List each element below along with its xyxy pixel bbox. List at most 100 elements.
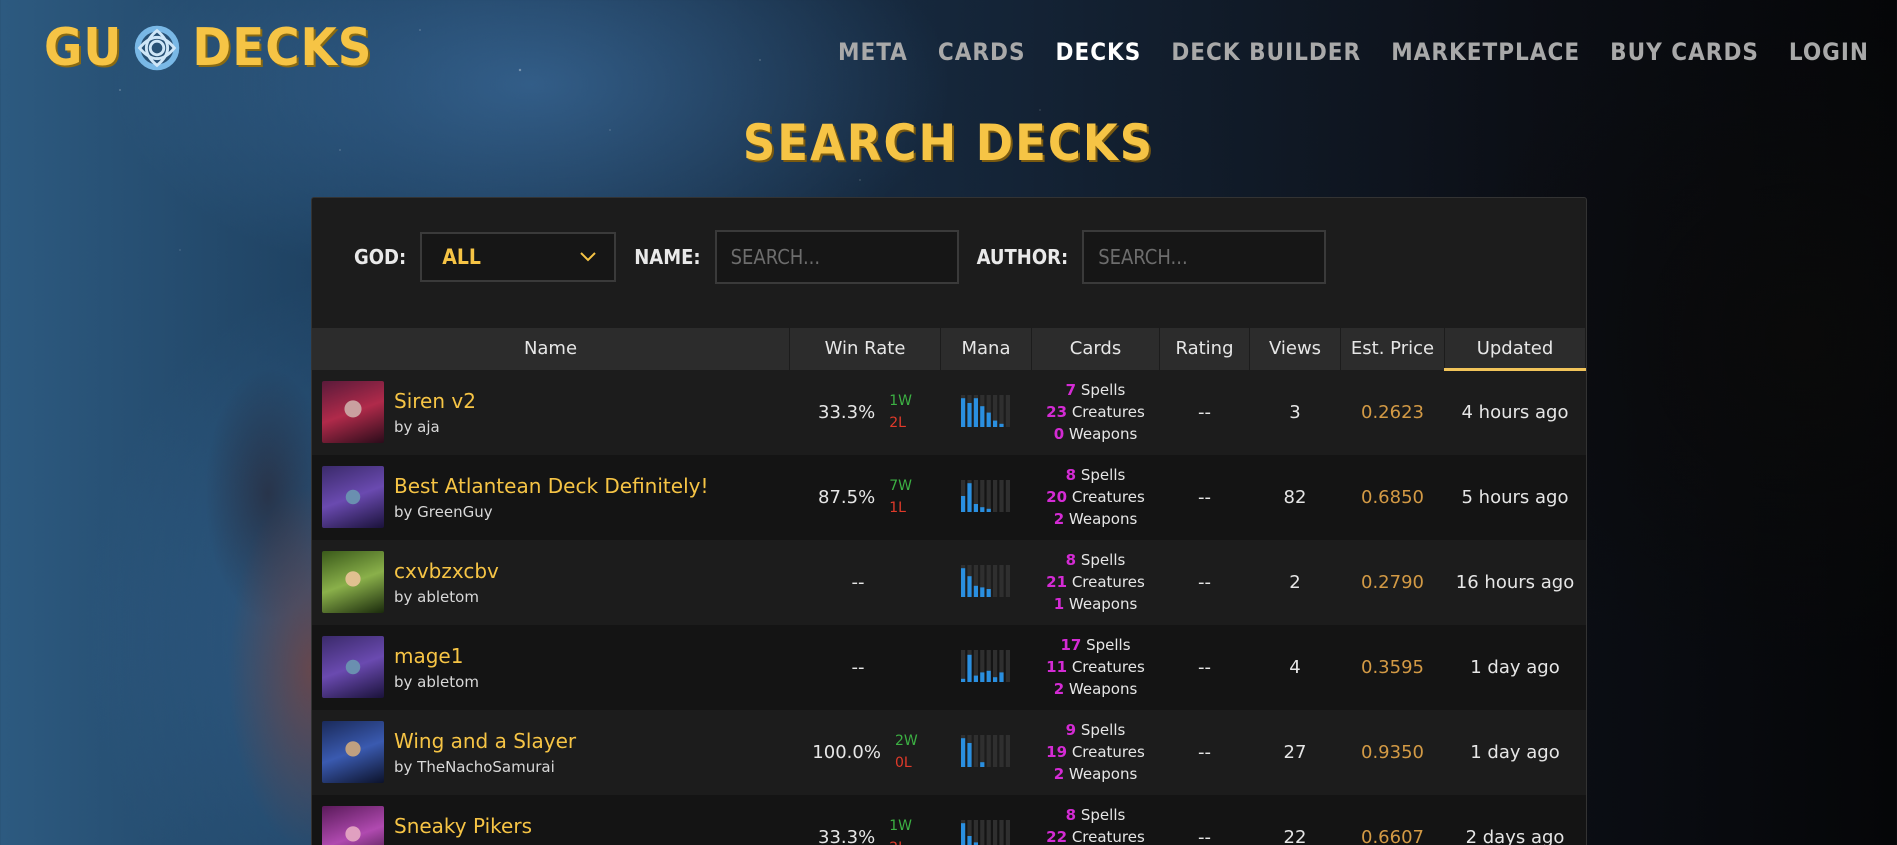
header-win-rate[interactable]: Win Rate — [789, 328, 941, 370]
header-cards[interactable]: Cards — [1031, 328, 1160, 370]
mana-bar-2 — [967, 742, 972, 767]
views-cell: 22 — [1283, 826, 1307, 845]
deck-author[interactable]: by TheNachoSamurai — [394, 758, 576, 776]
name-cell: Sneaky Pikers by TheNachoSamurai — [312, 795, 790, 845]
views-cell: 2 — [1289, 571, 1301, 593]
mana-bar-4 — [980, 671, 985, 682]
deck-name-link[interactable]: mage1 — [394, 643, 479, 669]
mana-curve-chart — [961, 649, 1010, 682]
nav-cards[interactable]: CARDS — [938, 38, 1026, 66]
mana-bar-track — [999, 734, 1004, 767]
mage-avatar-icon[interactable] — [322, 636, 384, 698]
mana-bar-track — [993, 564, 998, 597]
table-row[interactable]: Siren v2 by aja 33.3% 1W 2L 7 Spells 23 … — [312, 369, 1586, 455]
spells-count: 8 — [1065, 806, 1077, 824]
name-search-input[interactable] — [714, 230, 959, 284]
header-updated[interactable]: Updated — [1444, 328, 1586, 371]
deck-name-link[interactable]: Best Atlantean Deck Definitely! — [394, 473, 708, 499]
win-rate-value: 33.3% — [818, 401, 876, 423]
atlantean-avatar-icon[interactable] — [322, 466, 384, 528]
creatures-count: 23 — [1046, 403, 1068, 421]
header-views[interactable]: Views — [1249, 328, 1341, 370]
mana-bar-track — [1005, 734, 1010, 767]
deck-author[interactable]: by abletom — [394, 588, 499, 606]
elf-avatar-icon[interactable] — [322, 551, 384, 613]
deck-author[interactable]: by aja — [394, 418, 476, 436]
mana-bar-track — [980, 819, 985, 845]
mana-bar-track — [993, 819, 998, 845]
mana-curve-cell — [941, 710, 1032, 795]
mana-curve-cell — [941, 795, 1032, 845]
nav-marketplace[interactable]: MARKETPLACE — [1391, 38, 1580, 66]
mana-bar-track — [1005, 819, 1010, 845]
creatures-count: 20 — [1046, 488, 1068, 506]
deck-name-link[interactable]: Sneaky Pikers — [394, 813, 555, 839]
mana-bar-2 — [967, 575, 972, 597]
header-mana[interactable]: Mana — [940, 328, 1032, 370]
mana-bar-1 — [961, 737, 966, 767]
spells-count: 7 — [1065, 381, 1077, 399]
creatures-label: Creatures — [1071, 743, 1145, 761]
updated-cell: 16 hours ago — [1455, 571, 1575, 593]
views-cell: 4 — [1289, 656, 1301, 678]
pikers-avatar-icon[interactable] — [322, 806, 384, 845]
slayer-avatar-icon[interactable] — [322, 721, 384, 783]
rating-cell: -- — [1198, 571, 1211, 593]
deck-name-link[interactable]: Wing and a Slayer — [394, 728, 576, 754]
nav-buy-cards[interactable]: BUY CARDS — [1610, 38, 1759, 66]
win-rate-cell: 33.3% 1W 2L — [790, 370, 941, 455]
deck-name-link[interactable]: cxvbzxcbv — [394, 558, 499, 584]
site-logo[interactable]: GU DECKS — [44, 18, 372, 78]
mana-bar-4 — [980, 586, 985, 597]
weapons-count: 1 — [1053, 595, 1065, 613]
table-row[interactable]: mage1 by abletom -- 17 Spells 11 Creatur… — [312, 624, 1586, 710]
deck-name-link[interactable]: Siren v2 — [394, 388, 476, 414]
win-rate-value: -- — [851, 656, 865, 678]
nav-decks[interactable]: DECKS — [1056, 38, 1142, 66]
nav-login[interactable]: LOGIN — [1789, 38, 1869, 66]
name-label: NAME: — [634, 245, 701, 269]
table-row[interactable]: Wing and a Slayer by TheNachoSamurai 100… — [312, 709, 1586, 795]
win-rate-cell: -- — [790, 540, 941, 625]
siren-avatar-icon[interactable] — [322, 381, 384, 443]
god-select[interactable]: ALL — [420, 232, 617, 282]
mana-bar-5 — [986, 508, 991, 512]
creatures-count: 11 — [1046, 658, 1068, 676]
mana-bar-track — [973, 819, 978, 845]
creatures-count: 21 — [1046, 573, 1068, 591]
cards-cell: 9 Spells 19 Creatures 2 Weapons — [1032, 710, 1160, 795]
spells-count: 8 — [1065, 466, 1077, 484]
mana-bar-track — [1005, 649, 1010, 682]
win-rate-cell: 33.3% 1W 2L — [790, 795, 941, 845]
author-search-input[interactable] — [1082, 230, 1327, 284]
mana-curve-cell — [941, 370, 1032, 455]
price-cell: 0.9350 — [1361, 741, 1424, 763]
table-row[interactable]: cxvbzxcbv by abletom -- 8 Spells 21 Crea… — [312, 539, 1586, 625]
mana-bar-6 — [993, 420, 998, 427]
win-rate-value: 87.5% — [818, 486, 876, 508]
name-cell: mage1 by abletom — [312, 625, 790, 710]
deck-author[interactable]: by GreenGuy — [394, 503, 708, 521]
spells-count: 8 — [1065, 551, 1077, 569]
rating-cell: -- — [1198, 826, 1211, 845]
header-est-price[interactable]: Est. Price — [1340, 328, 1445, 370]
nav-deck-builder[interactable]: DECK BUILDER — [1171, 38, 1361, 66]
mana-bar-track — [993, 734, 998, 767]
header-rating[interactable]: Rating — [1159, 328, 1250, 370]
mana-bar-7 — [999, 423, 1004, 427]
nav-meta[interactable]: META — [838, 38, 908, 66]
losses-count: 0L — [894, 755, 912, 771]
mana-curve-chart — [961, 479, 1010, 512]
deck-author[interactable]: by abletom — [394, 673, 479, 691]
weapons-count: 2 — [1053, 510, 1065, 528]
table-row[interactable]: Sneaky Pikers by TheNachoSamurai 33.3% 1… — [312, 794, 1586, 845]
main-nav: META CARDS DECKS DECK BUILDER MARKETPLAC… — [838, 38, 1869, 66]
rating-cell: -- — [1198, 741, 1211, 763]
win-rate-cell: 87.5% 7W 1L — [790, 455, 941, 540]
spells-count: 17 — [1060, 636, 1082, 654]
header-name[interactable]: Name — [312, 328, 790, 370]
updated-cell: 1 day ago — [1470, 741, 1560, 763]
table-row[interactable]: Best Atlantean Deck Definitely! by Green… — [312, 454, 1586, 540]
creatures-label: Creatures — [1071, 828, 1145, 845]
price-cell: 0.3595 — [1361, 656, 1424, 678]
